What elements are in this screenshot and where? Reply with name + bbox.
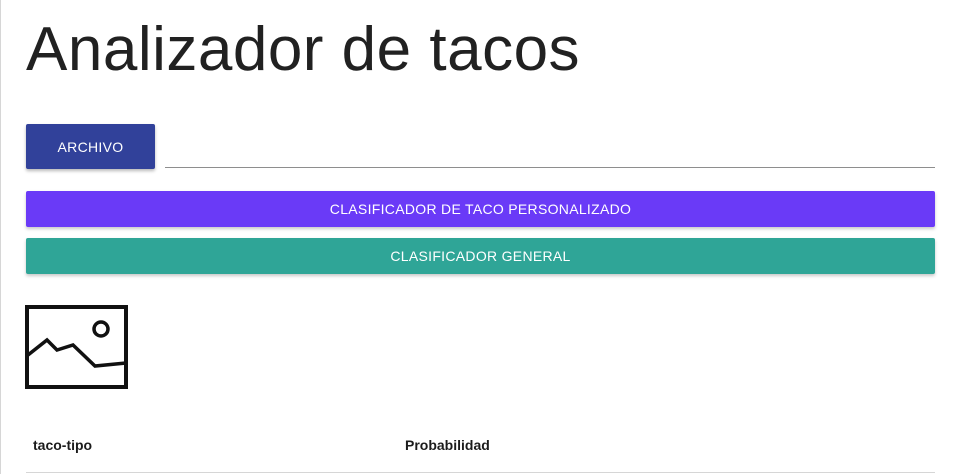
file-path-field[interactable] — [165, 132, 935, 168]
results-table: taco-tipo Probabilidad — [26, 418, 935, 473]
table-header-row: taco-tipo Probabilidad — [26, 418, 935, 473]
page: Analizador de tacos ARCHIVO CLASIFICADOR… — [0, 0, 966, 474]
image-placeholder-icon — [25, 305, 128, 389]
file-picker: ARCHIVO — [26, 124, 935, 170]
custom-classifier-button[interactable]: CLASIFICADOR DE TACO PERSONALIZADO — [26, 191, 935, 227]
general-classifier-button[interactable]: CLASIFICADOR GENERAL — [26, 238, 935, 274]
column-header-taco-type: taco-tipo — [26, 418, 398, 473]
page-title: Analizador de tacos — [26, 15, 581, 84]
file-select-button[interactable]: ARCHIVO — [26, 124, 155, 169]
column-header-probability: Probabilidad — [398, 418, 935, 473]
image-preview — [25, 305, 128, 389]
